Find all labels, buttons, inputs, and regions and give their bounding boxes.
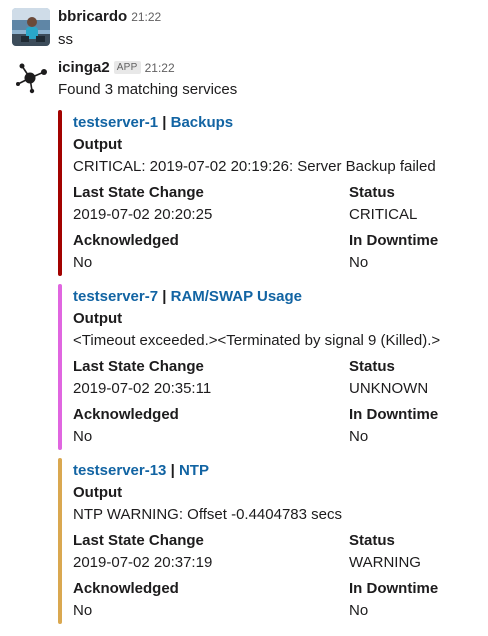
last-state-change-label: Last State Change [73, 184, 204, 201]
attachment-color-bar [58, 110, 62, 276]
host-link[interactable]: testserver-1 [73, 114, 158, 131]
downtime-label: In Downtime [349, 232, 439, 249]
user-photo-avatar [12, 8, 50, 46]
avatar[interactable] [12, 8, 50, 46]
attachment-title: testserver-7 | RAM/SWAP Usage [73, 288, 302, 305]
attachment-color-bar [58, 458, 62, 624]
status-label: Status [349, 358, 395, 375]
output-value: <Timeout exceeded.><Terminated by signal… [73, 332, 441, 349]
icinga2-logo-icon [12, 58, 50, 96]
downtime-value: No [349, 254, 369, 271]
acknowledged-label: Acknowledged [73, 406, 179, 423]
last-state-change-value: 2019-07-02 20:20:25 [73, 206, 213, 223]
message-bbricardo: bbricardo 21:22 ss [0, 0, 488, 52]
output-label: Output [73, 136, 123, 153]
acknowledged-label: Acknowledged [73, 580, 179, 597]
message-text: ss [58, 31, 73, 48]
last-state-change-label: Last State Change [73, 532, 204, 549]
service-attachment: testserver-13 | NTP Output NTP WARNING: … [58, 458, 478, 624]
downtime-label: In Downtime [349, 406, 439, 423]
status-value: WARNING [349, 554, 421, 571]
status-value: UNKNOWN [349, 380, 429, 397]
output-label: Output [73, 310, 123, 327]
service-attachment: testserver-1 | Backups Output CRITICAL: … [58, 110, 478, 276]
service-link[interactable]: RAM/SWAP Usage [171, 288, 302, 305]
output-label: Output [73, 484, 123, 501]
service-link[interactable]: Backups [171, 114, 234, 131]
status-label: Status [349, 184, 395, 201]
output-value: NTP WARNING: Offset -0.4404783 secs [73, 506, 342, 523]
attachment-title: testserver-13 | NTP [73, 462, 209, 479]
title-separator: | [158, 288, 171, 305]
downtime-value: No [349, 428, 369, 445]
app-badge: APP [113, 61, 141, 74]
host-link[interactable]: testserver-13 [73, 462, 166, 479]
title-separator: | [166, 462, 179, 479]
message-timestamp[interactable]: 21:22 [145, 61, 175, 75]
last-state-change-label: Last State Change [73, 358, 204, 375]
acknowledged-value: No [73, 254, 93, 271]
acknowledged-label: Acknowledged [73, 232, 179, 249]
acknowledged-value: No [73, 428, 93, 445]
attachment-title: testserver-1 | Backups [73, 114, 233, 131]
message-icinga2: icinga2 APP 21:22 Found 3 matching service… [0, 52, 488, 98]
last-state-change-value: 2019-07-02 20:37:19 [73, 554, 213, 571]
last-state-change-value: 2019-07-02 20:35:11 [73, 380, 212, 397]
attachment-color-bar [58, 284, 62, 450]
downtime-label: In Downtime [349, 580, 439, 597]
sender-name[interactable]: bbricardo [58, 8, 127, 25]
status-value: CRITICAL [349, 206, 418, 223]
title-separator: | [158, 114, 171, 131]
message-sender[interactable]: icinga2 APP 21:22 [58, 59, 175, 76]
host-link[interactable]: testserver-7 [73, 288, 158, 305]
output-value: CRITICAL: 2019-07-02 20:19:26: Server Ba… [73, 158, 436, 175]
message-timestamp[interactable]: 21:22 [131, 10, 161, 24]
downtime-value: No [349, 602, 369, 619]
acknowledged-value: No [73, 602, 93, 619]
service-attachment: testserver-7 | RAM/SWAP Usage Output <Ti… [58, 284, 478, 450]
service-link[interactable]: NTP [179, 462, 209, 479]
message-sender[interactable]: bbricardo 21:22 [58, 8, 161, 25]
status-label: Status [349, 532, 395, 549]
avatar[interactable] [12, 58, 50, 96]
sender-name[interactable]: icinga2 [58, 59, 110, 76]
message-text: Found 3 matching services [58, 81, 238, 98]
